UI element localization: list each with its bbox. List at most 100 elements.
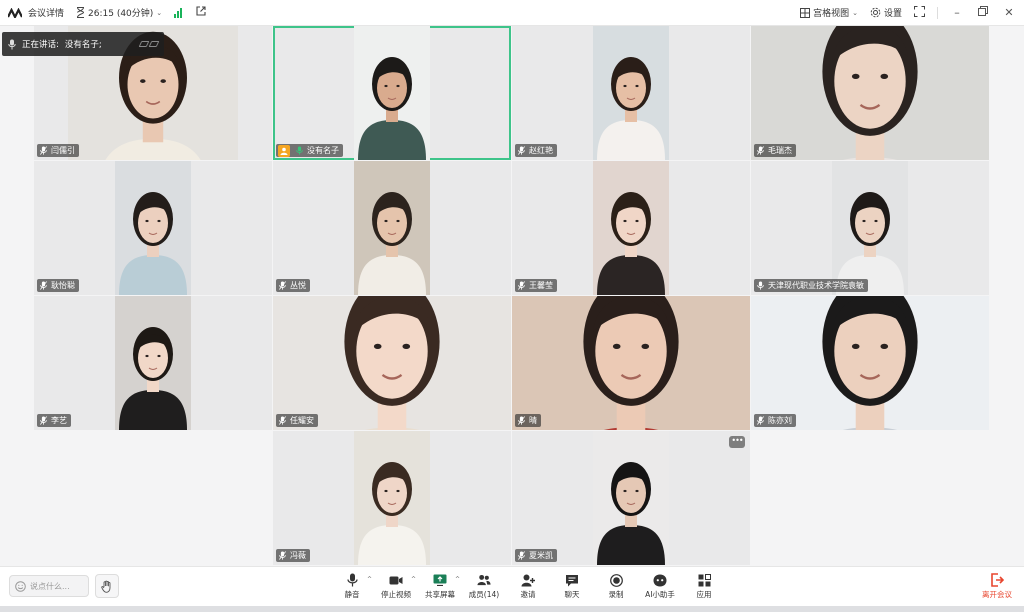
video-tile[interactable]: 没有名子 bbox=[273, 26, 511, 160]
raise-hand-button[interactable] bbox=[95, 574, 119, 598]
meeting-details-button[interactable]: 会议详情 bbox=[28, 6, 64, 19]
mic-muted-icon bbox=[517, 146, 526, 155]
mic-muted-icon bbox=[517, 416, 526, 425]
participant-image bbox=[512, 296, 750, 430]
participant-name: 任耀安 bbox=[290, 416, 314, 425]
ai-assistant-button[interactable]: AI小助手 bbox=[638, 573, 682, 600]
participant-video bbox=[273, 296, 511, 430]
participant-name: 赵红艳 bbox=[529, 146, 553, 155]
participant-nametag: 没有名子 bbox=[276, 144, 343, 157]
gear-icon bbox=[870, 7, 881, 18]
members-icon bbox=[477, 573, 491, 587]
meeting-duration[interactable]: 26:15 (40分钟) ⌄ bbox=[76, 6, 162, 19]
video-tile[interactable]: 天津现代职业技术学院袁敏 bbox=[751, 161, 989, 295]
participant-name: 王馨莹 bbox=[529, 281, 553, 290]
mic-muted-icon bbox=[39, 146, 48, 155]
video-tile[interactable]: 夏米凯 ••• bbox=[512, 431, 750, 565]
close-button[interactable]: ✕ bbox=[1002, 6, 1016, 19]
members-button[interactable]: 成员(14) bbox=[462, 573, 506, 600]
more-options-icon[interactable]: ••• bbox=[729, 436, 745, 448]
minimize-button[interactable]: – bbox=[950, 6, 964, 19]
divider bbox=[937, 6, 938, 19]
participant-video bbox=[751, 26, 989, 160]
chat-button[interactable]: 聊天 bbox=[550, 573, 594, 600]
participant-image bbox=[115, 161, 191, 295]
participant-video bbox=[354, 26, 430, 160]
camera-button[interactable]: ^ 停止视频 bbox=[374, 573, 418, 600]
chevron-down-icon: ⌄ bbox=[156, 8, 163, 17]
toolbar-button-label: 聊天 bbox=[564, 590, 580, 599]
participant-video bbox=[115, 296, 191, 430]
participant-image bbox=[354, 431, 430, 565]
apps-icon bbox=[697, 573, 711, 587]
mic-button[interactable]: ^ 静音 bbox=[330, 573, 374, 600]
share-screen-button[interactable]: ^ 共享屏幕 bbox=[418, 573, 462, 600]
video-tile[interactable]: 晴 bbox=[512, 296, 750, 430]
participant-video bbox=[354, 431, 430, 565]
mic-muted-icon bbox=[756, 146, 765, 155]
video-tile[interactable]: 丛悦 bbox=[273, 161, 511, 295]
video-tile[interactable]: 冯薇 bbox=[273, 431, 511, 565]
external-window-icon[interactable] bbox=[196, 6, 206, 19]
record-icon bbox=[609, 573, 623, 587]
participant-image bbox=[832, 161, 908, 295]
toolbar-button-label: 共享屏幕 bbox=[425, 590, 455, 599]
invite-button[interactable]: 邀请 bbox=[506, 573, 550, 600]
toolbar-button-label: 邀请 bbox=[520, 590, 536, 599]
mic-muted-icon bbox=[39, 416, 48, 425]
restore-button[interactable] bbox=[976, 6, 990, 19]
speaking-indicator: 正在讲话: 没有名子; bbox=[2, 32, 164, 56]
video-tile[interactable]: 李艺 bbox=[34, 296, 272, 430]
app-logo-icon bbox=[8, 7, 22, 18]
settings-button[interactable]: 设置 bbox=[870, 6, 902, 19]
apps-button[interactable]: 应用 bbox=[682, 573, 726, 600]
record-button[interactable]: 录制 bbox=[594, 573, 638, 600]
video-tile[interactable]: 任耀安 bbox=[273, 296, 511, 430]
video-tile[interactable]: 耿怡聪 bbox=[34, 161, 272, 295]
collapse-icon[interactable] bbox=[138, 41, 160, 47]
quick-chat-input[interactable]: 说点什么... bbox=[9, 575, 89, 597]
toolbar-button-label: 录制 bbox=[608, 590, 624, 599]
participant-nametag: 陈亦刘 bbox=[754, 414, 796, 427]
participant-nametag: 赵红艳 bbox=[515, 144, 557, 157]
participant-nametag: 晴 bbox=[515, 414, 541, 427]
video-grid: 闫儒引 没有名子 赵红艳 毛瑞杰 耿怡聪 丛悦 王馨莹 天津现代职业技术学院袁敏 李艺 任耀安 晴 陈… bbox=[0, 26, 1024, 566]
view-mode-button[interactable]: 宫格视图 ⌄ bbox=[800, 6, 858, 19]
leave-meeting-button[interactable]: 离开会议 bbox=[982, 573, 1012, 600]
chat-icon bbox=[565, 573, 579, 587]
video-tile[interactable]: 赵红艳 bbox=[512, 26, 750, 160]
participant-nametag: 冯薇 bbox=[276, 549, 310, 562]
leave-meeting-label: 离开会议 bbox=[982, 590, 1012, 599]
participant-nametag: 王馨莹 bbox=[515, 279, 557, 292]
toolbar-button-label: 静音 bbox=[344, 590, 360, 599]
chevron-up-icon[interactable]: ^ bbox=[367, 576, 372, 583]
mic-muted-icon bbox=[756, 416, 765, 425]
participant-nametag: 夏米凯 bbox=[515, 549, 557, 562]
participant-image bbox=[593, 431, 669, 565]
participant-nametag: 丛悦 bbox=[276, 279, 310, 292]
participant-video bbox=[593, 431, 669, 565]
participant-nametag: 毛瑞杰 bbox=[754, 144, 796, 157]
mic-icon bbox=[345, 573, 359, 587]
participant-image bbox=[354, 26, 430, 160]
participant-image bbox=[354, 161, 430, 295]
participant-name: 李艺 bbox=[51, 416, 67, 425]
title-bar: 会议详情 26:15 (40分钟) ⌄ 宫格视图 ⌄ 设置 – ✕ bbox=[0, 0, 1024, 26]
taskbar-strip bbox=[0, 606, 1024, 612]
participant-name: 丛悦 bbox=[290, 281, 306, 290]
participant-image bbox=[115, 296, 191, 430]
participant-name: 没有名子 bbox=[307, 146, 339, 155]
participant-name: 耿怡聪 bbox=[51, 281, 75, 290]
mic-icon bbox=[8, 39, 16, 49]
toolbar-button-label: 成员(14) bbox=[468, 590, 500, 599]
mic-muted-icon bbox=[517, 551, 526, 560]
share-screen-icon bbox=[433, 573, 447, 587]
video-tile[interactable]: 王馨莹 bbox=[512, 161, 750, 295]
toolbar-button-label: 停止视频 bbox=[381, 590, 411, 599]
chevron-up-icon[interactable]: ^ bbox=[455, 576, 460, 583]
fullscreen-icon[interactable] bbox=[914, 5, 925, 20]
video-tile[interactable]: 毛瑞杰 bbox=[751, 26, 989, 160]
video-tile[interactable]: 陈亦刘 bbox=[751, 296, 989, 430]
chat-placeholder: 说点什么... bbox=[30, 581, 70, 591]
chevron-up-icon[interactable]: ^ bbox=[411, 576, 416, 583]
